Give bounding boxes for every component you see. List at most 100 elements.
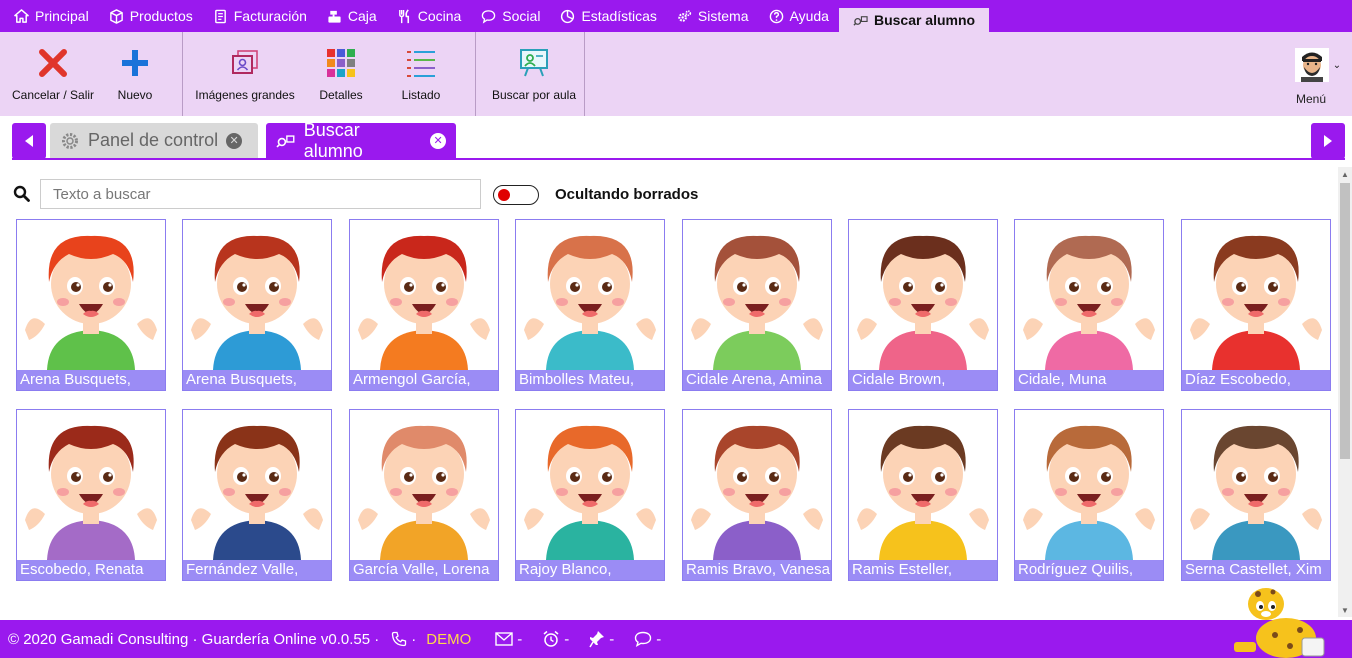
search-input[interactable] [40, 179, 481, 209]
menu-caja-label: Caja [347, 8, 377, 24]
big-images-button[interactable]: Imágenes grandes [189, 32, 301, 116]
details-grid-icon [324, 46, 358, 80]
tab-scroll-right-button[interactable] [1311, 123, 1345, 159]
scrollbar-thumb[interactable] [1340, 183, 1350, 459]
student-name: Díaz Escobedo, [1182, 370, 1330, 390]
tab-close-icon[interactable]: ✕ [226, 132, 243, 149]
list-button[interactable]: Listado [381, 32, 461, 116]
demo-badge: DEMO [426, 630, 472, 648]
ribbon-group-views: Imágenes grandes Detalles Listado [183, 32, 476, 116]
tab-search-student[interactable]: Buscar alumno ✕ [266, 120, 456, 161]
footer-alarm-value: - [564, 630, 570, 648]
home-icon [14, 8, 29, 23]
student-name: Serna Castellet, Xim [1182, 560, 1330, 580]
footer-copyright: © 2020 Gamadi Consulting · Guardería Onl… [8, 630, 380, 648]
menu-buscar-alumno-label: Buscar alumno [873, 12, 976, 28]
student-photo [857, 235, 989, 370]
student-photo [1190, 235, 1322, 370]
student-card[interactable]: Escobedo, Renata [16, 409, 166, 581]
student-card[interactable]: Bimbolles Mateu, [515, 219, 665, 391]
student-photo [1190, 425, 1322, 560]
cancel-exit-button[interactable]: Cancelar / Salir [4, 32, 102, 116]
toggle-knob [498, 189, 510, 201]
search-icon [13, 185, 30, 202]
tab-scroll-left-button[interactable] [12, 123, 46, 159]
menu-facturacion[interactable]: Facturación [203, 0, 317, 32]
student-card[interactable]: Rodríguez Quilis, [1014, 409, 1164, 581]
student-photo [25, 235, 157, 370]
student-card[interactable]: Díaz Escobedo, [1181, 219, 1331, 391]
vertical-scrollbar[interactable]: ▲ ▼ [1338, 167, 1352, 617]
student-card[interactable]: Ramis Esteller, [848, 409, 998, 581]
chevron-down-icon: ⌄ [1332, 59, 1342, 71]
menu-social[interactable]: Social [471, 0, 550, 32]
student-card[interactable]: Cidale Brown, [848, 219, 998, 391]
list-icon [404, 46, 438, 80]
student-name: Rajoy Blanco, [516, 560, 664, 580]
student-photo [1023, 425, 1155, 560]
close-icon [36, 46, 70, 80]
search-by-class-label: Buscar por aula [491, 88, 577, 102]
details-button[interactable]: Detalles [301, 32, 381, 116]
menu-cocina-label: Cocina [417, 8, 462, 24]
search-by-class-button[interactable]: Buscar por aula [484, 32, 584, 116]
menu-ayuda-label: Ayuda [789, 8, 829, 24]
user-menu[interactable]: ⌄ Menú [1290, 48, 1346, 106]
search-toolbar: Ocultando borrados [12, 179, 732, 211]
student-card[interactable]: Cidale Arena, Amina [682, 219, 832, 391]
menu-buscar-alumno[interactable]: Buscar alumno [838, 8, 990, 32]
chat-icon [482, 9, 496, 24]
student-name: Ramis Esteller, [849, 560, 997, 580]
scroll-up-icon[interactable]: ▲ [1338, 167, 1352, 181]
envelope-icon [495, 632, 513, 646]
student-photo [358, 235, 490, 370]
menu-cocina[interactable]: Cocina [387, 0, 472, 32]
student-card[interactable]: Serna Castellet, Xim [1181, 409, 1331, 581]
classroom-icon [517, 46, 551, 80]
footer-chat[interactable]: - [634, 631, 661, 648]
menu-estadisticas[interactable]: Estadísticas [550, 0, 666, 32]
footer-pin-value: - [609, 630, 615, 648]
tab-search-student-label: Buscar alumno [303, 119, 363, 161]
menu-principal[interactable]: Principal [4, 0, 99, 32]
footer-phone[interactable]: · [391, 631, 416, 648]
footer-alarm[interactable]: - [542, 630, 569, 648]
footer-chat-value: - [656, 630, 662, 648]
student-name: Rodríguez Quilis, [1015, 560, 1163, 580]
pie-chart-icon [561, 9, 575, 23]
student-card[interactable]: Cidale, Muna [1014, 219, 1164, 391]
search-student-icon [853, 15, 868, 26]
chat-icon [635, 631, 652, 647]
menu-ayuda[interactable]: Ayuda [759, 0, 839, 32]
menu-caja[interactable]: Caja [317, 0, 387, 32]
document-icon [214, 9, 226, 23]
student-card[interactable]: Ramis Bravo, Vanesa [682, 409, 832, 581]
menu-principal-label: Principal [35, 8, 89, 24]
student-card[interactable]: Fernández Valle, [182, 409, 332, 581]
student-card[interactable]: Rajoy Blanco, [515, 409, 665, 581]
new-button[interactable]: Nuevo [102, 32, 168, 116]
student-name: Ramis Bravo, Vanesa [683, 560, 831, 580]
menu-sistema[interactable]: Sistema [667, 0, 759, 32]
footer-pin[interactable]: - [589, 630, 614, 648]
student-card[interactable]: Armengol García, [349, 219, 499, 391]
student-name: Bimbolles Mateu, [516, 370, 664, 390]
scroll-down-icon[interactable]: ▼ [1338, 603, 1352, 617]
search-student-icon [276, 134, 295, 148]
tab-control-panel-label: Panel de control [88, 130, 219, 150]
menu-productos[interactable]: Productos [99, 0, 203, 32]
student-name: Cidale Brown, [849, 370, 997, 390]
triangle-left-icon [25, 135, 33, 147]
student-photo [857, 425, 989, 560]
image-gallery-icon [228, 46, 262, 80]
tab-control-panel[interactable]: Panel de control ✕ [50, 123, 258, 158]
gears-icon [678, 9, 692, 22]
show-deleted-toggle[interactable] [493, 185, 539, 205]
document-tab-strip: Panel de control ✕ Buscar alumno ✕ [12, 120, 1345, 161]
footer-mail[interactable]: - [495, 631, 522, 648]
student-photo [191, 235, 323, 370]
student-card[interactable]: García Valle, Lorena [349, 409, 499, 581]
student-card[interactable]: Arena Busquets, [16, 219, 166, 391]
student-card[interactable]: Arena Busquets, [182, 219, 332, 391]
tab-close-icon[interactable]: ✕ [430, 132, 446, 149]
